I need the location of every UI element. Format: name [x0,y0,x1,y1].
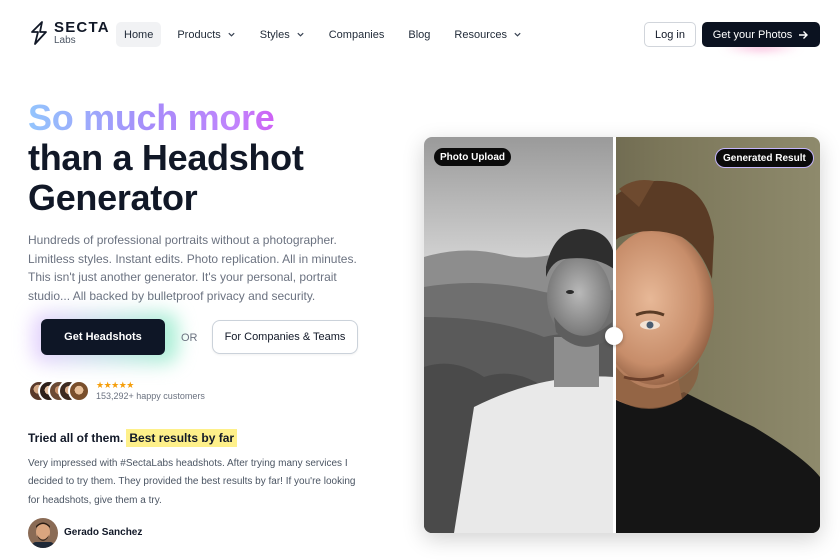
photo-upload-label: Photo Upload [434,148,511,166]
nav-links: Home Products Styles Companies Blog Reso… [116,22,538,47]
companies-teams-button[interactable]: For Companies & Teams [212,320,358,354]
chevron-down-icon [228,32,235,37]
avatar [68,380,90,402]
chevron-down-icon [297,32,304,37]
get-headshots-button[interactable]: Get Headshots [41,319,165,355]
nav-item-styles[interactable]: Styles [252,22,313,47]
rating-stars: ★★★★★ [96,380,134,390]
secta-logo-icon [31,21,47,45]
generated-result-label: Generated Result [715,148,814,168]
author-avatar [28,518,58,548]
nav-item-label: Resources [454,28,507,41]
nav-item-resources[interactable]: Resources [446,22,530,47]
hero-headline: So much more than a Headshot Generator [28,98,304,218]
chevron-down-icon [514,32,521,37]
headline-line-2: than a Headshot [28,137,304,178]
nav-item-label: Home [124,28,154,41]
brand-logo[interactable]: SECTA Labs [28,20,110,46]
nav-item-label: Blog [408,28,431,41]
get-photos-label: Get your Photos [712,28,793,41]
nav-item-companies[interactable]: Companies [321,22,393,47]
login-button[interactable]: Log in [644,22,696,47]
nav-item-label: Styles [259,28,290,41]
nav-item-products[interactable]: Products [169,22,243,47]
nav-item-label: Products [177,28,221,41]
arrow-right-icon [799,30,809,39]
nav-item-home[interactable]: Home [116,22,162,47]
nav-item-label: Companies [328,28,385,41]
testimonial-title: Tried all of them. Best results by far [28,429,238,447]
customer-avatars [28,380,92,402]
top-navigation: SECTA Labs Home Products Styles Companie… [0,0,840,70]
customers-count: 153,292+ happy customers [96,391,205,401]
testimonial-highlight: Best results by far [126,429,238,447]
testimonial-title-text: Tried all of them. [28,431,124,445]
comparison-slider-handle[interactable] [605,327,623,345]
brand-subname: Labs [54,35,76,46]
testimonial-quote: Very impressed with #SectaLabs headshots… [28,458,356,506]
headline-gradient-text: So much more [28,98,304,138]
headline-line-3: Generator [28,177,198,218]
or-separator: OR [181,332,198,344]
brand-name: SECTA [54,19,110,36]
author-name: Gerado Sanchez [64,527,143,538]
hero-description: Hundreds of professional portraits witho… [28,233,357,303]
nav-item-blog[interactable]: Blog [400,22,438,47]
get-photos-button[interactable]: Get your Photos [702,22,820,47]
